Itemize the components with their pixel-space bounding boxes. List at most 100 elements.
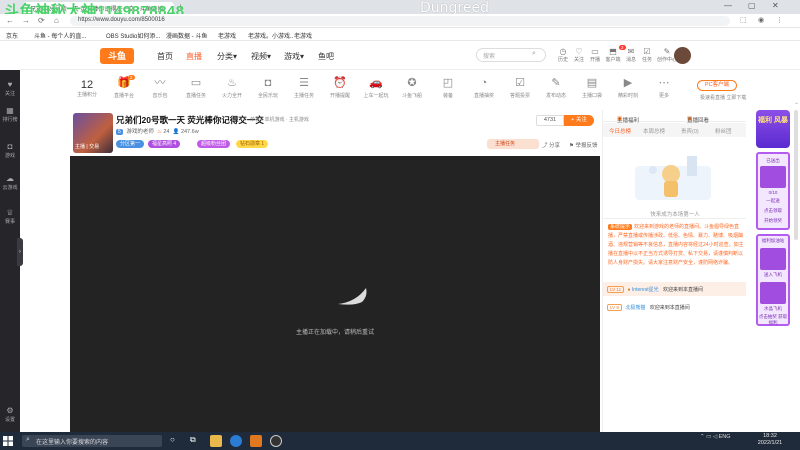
search-icon[interactable]: ⌕ [532,50,536,58]
follow-button[interactable]: + 关注 [564,115,594,126]
nav-video[interactable]: 视频▾ [251,51,271,62]
tool-list[interactable]: ☰ 主播任务 [290,77,318,99]
close-window-button[interactable]: ✕ [772,1,779,10]
tool-label: 主播任务 [293,93,314,99]
maximize-button[interactable]: ▢ [748,1,756,10]
bookmark-item[interactable]: 漫画数据 - 斗鱼 [166,31,207,40]
taskbar-search-input[interactable]: 在这里输入你要搜索的内容 [22,435,162,447]
sidebar-item-games[interactable]: ◘ 游戏 [0,142,20,159]
header-golive[interactable]: ▭ 开播 [586,47,604,63]
streamer-name[interactable]: 游戏的老师 [126,129,154,135]
tool-more[interactable]: ⋯ 更多 [650,77,678,99]
share-icon: ⤴ [542,143,550,149]
tab-vip[interactable]: 贵宾(0) [681,127,699,135]
tool-fire[interactable]: ♨ 火力全开 [218,77,246,99]
nav-category[interactable]: 分类▾ [217,51,237,62]
tool-gift[interactable]: 🎁 直播平台 2 [110,75,138,99]
tool-label: 斗鱼飞船 [401,93,422,99]
video-player[interactable]: 主播正在加载中，请稍后重试 [70,156,600,432]
nav-games[interactable]: 游戏▾ [284,51,304,62]
bookmarks-bar: 京东 斗鱼 - 每个人的直... OBS Studio如何添... 漫画数据 -… [0,28,800,41]
promo-banner[interactable]: 福利 风暴 [756,110,790,148]
forward-icon[interactable]: → [22,16,30,25]
bookmark-item[interactable]: 京东 [6,31,18,40]
task-view-icon[interactable]: ⧉ [190,435,202,447]
app-icon[interactable] [250,435,262,447]
network-icon[interactable]: ▭ [706,434,713,440]
badge-item[interactable]: 钻石勋章 1 [236,140,269,148]
douyu-logo[interactable]: 斗鱼 [100,48,134,64]
tool-wave[interactable]: 〰音乐包 [146,77,174,99]
user-avatar[interactable] [674,47,691,64]
badge-item[interactable]: 分区第一 [116,140,145,148]
sidebar-item-events[interactable]: ♕ 赛事 [0,208,20,225]
live-icon: ▭ [591,47,599,56]
home-icon[interactable]: ⌂ [54,16,59,25]
tool-vote[interactable]: ☑ 答题投票 [506,77,534,99]
trophy-icon: ♕ [6,208,14,217]
sidebar-item-cloudgame[interactable]: ☁ 云游戏 [0,174,20,191]
sidebar-item-settings[interactable]: ⚙ 设置 [0,406,20,423]
url-field[interactable]: https://www.douyu.com/8500016 [70,16,730,26]
tool-label: 发布动态 [545,93,566,99]
header-task[interactable]: ☑ 任务 [638,47,656,63]
tool-ufo[interactable]: ✪ 斗鱼飞船 [398,77,426,99]
reload-icon[interactable]: ⟳ [38,16,45,25]
tool-shop[interactable]: ▤ 主播口袋 [578,77,606,99]
windows-start-icon[interactable] [3,436,13,446]
bookmark-item[interactable]: OBS Studio如何添... [106,31,160,40]
tool-bag[interactable]: ◰ 装备 [434,77,462,99]
tool-car[interactable]: 🚗 上车一起玩 [362,77,390,99]
bookmark-item[interactable]: 老游戏 [294,31,312,40]
tool-gamepad[interactable]: ◘ 全民乐玩 [254,77,282,99]
obs-icon[interactable] [270,435,282,447]
level-badge: 5 [116,129,123,135]
sidebar-item-ranking[interactable]: ▦ 排行榜 [0,106,20,123]
nav-live[interactable]: 直播 [186,51,202,62]
tool-video[interactable]: ▶ 精彩时刻 [614,77,642,99]
report-label: 举报反馈 [575,143,598,149]
minimize-button[interactable]: — [724,1,732,10]
room-title: 兄弟们20号歌一天 荧光棒你记得交一交 [116,115,264,125]
language-indicator[interactable]: ENG [719,434,731,440]
chat-username[interactable]: 北极熊猫 [625,305,645,311]
edge-icon[interactable] [230,435,242,447]
tool-card[interactable]: ▭ 直播任务 [182,77,210,99]
extensions-icon[interactable]: ⬚ [740,16,747,24]
anchor-task-promo[interactable]: 主播任务 [487,139,539,149]
profile-icon[interactable]: ◉ [758,16,764,24]
taskbar-clock[interactable]: 18:32 2022/1/21 [750,433,790,447]
file-explorer-icon[interactable] [210,435,222,447]
report-button[interactable]: ⚑ 举报反馈 [569,141,597,149]
user-level-badge: LV 11 [607,286,625,293]
room-meta: 5 游戏的老师 ♨ 24 👤 247.6w [116,127,199,135]
scrollbar[interactable] [794,110,798,240]
sidebar-item-follow[interactable]: ♥ 关注 [0,80,20,97]
share-button[interactable]: ⤴ 分享 [542,141,560,149]
tool-edit[interactable]: ✎ 发布动态 [542,77,570,99]
tab-fans[interactable]: 粉丝团 [715,127,732,135]
menu-icon[interactable]: ⋮ [776,16,783,24]
anchor-points[interactable]: 12 主播积分 [70,79,104,98]
tool-clock[interactable]: ⏰ 开播提醒 [326,77,354,99]
tool-dial[interactable]: ◔ 直播抽奖 [470,77,498,99]
bookmark-item[interactable]: 斗鱼 - 每个人的直... [34,31,86,40]
badge-item[interactable]: 福星高照 4 [148,140,181,148]
room-category[interactable]: 单机 · 单机游戏 · 主机游戏 [250,116,309,123]
promo-box-gift[interactable]: 已送出 0/10 一起送 点击领取 开始领奖 [756,152,790,230]
bookmark-item[interactable]: 老游戏。小游戏.. [248,31,293,40]
badge-item[interactable]: 超级粉丝团 [197,140,231,148]
tab-today-rank[interactable]: 今日总榜 [609,127,631,135]
tab-week-rank[interactable]: 本周总榜 [643,127,665,135]
sidebar-collapse-handle[interactable]: › [17,238,23,266]
chat-username[interactable]: Interest星光 [632,287,659,293]
nav-fishbar[interactable]: 鱼吧 [318,51,334,62]
scroll-up-icon[interactable]: ⌃ [794,102,799,109]
promo-box-plane[interactable]: 福利加油站 送入飞机 水晶飞机 点击抽奖 获取福利 [756,234,790,326]
back-icon[interactable]: ← [6,16,14,25]
follow-count: 4731 [536,115,564,126]
pc-client-button[interactable]: PC客户端 [697,80,737,91]
nav-home[interactable]: 首页 [157,51,173,62]
bookmark-item[interactable]: 老游戏 [218,31,236,40]
cortana-icon[interactable]: ○ [170,435,182,447]
